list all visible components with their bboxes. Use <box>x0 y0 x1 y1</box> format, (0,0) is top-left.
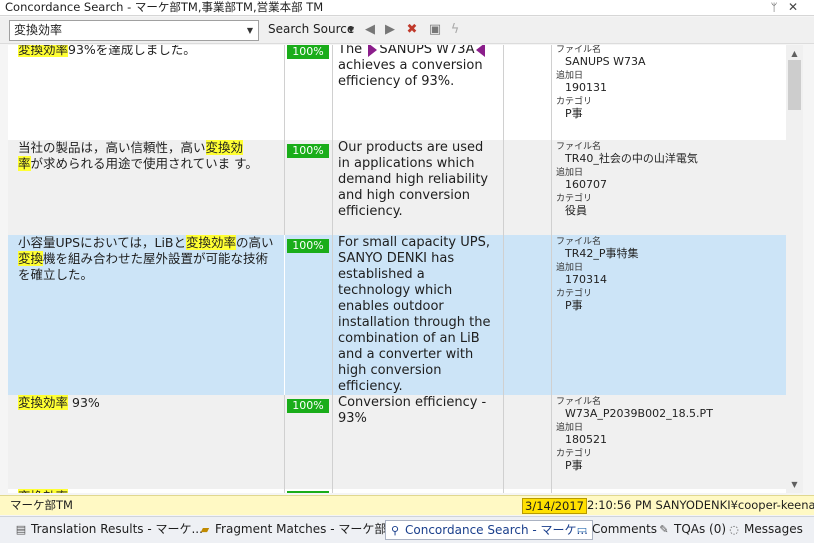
source-text: 変換効率93%を達成しました。 <box>8 45 280 140</box>
source-text: 小容量UPSにおいては，LiBと変換効率の高い変換機を組み合わせた屋外設置が可能… <box>8 235 280 395</box>
messages-icon: ◌ <box>729 523 739 536</box>
search-source-button[interactable]: Search Source <box>268 22 354 37</box>
target-text: Our products are used in applications wh… <box>338 140 489 219</box>
column-divider <box>551 395 552 489</box>
match-badge: 100% <box>287 239 329 253</box>
column-divider <box>551 140 552 235</box>
source-text: 当社の製品は，高い信頼性，高い変換効 率が求められる用途で使用されていま す。 <box>18 140 258 171</box>
metadata: ファイル名 W73A_P2039B002_18.5.PT 追加日 180521 … <box>556 397 713 472</box>
target-text: Conversion efficiency - 93% <box>338 395 487 426</box>
result-row-selected[interactable]: 小容量UPSにおいては，LiBと変換効率の高い変換機を組み合わせた屋外設置が可能… <box>8 235 786 395</box>
result-row[interactable]: 当社の製品は，高い信頼性，高い変換効 率が求められる用途で使用されていま す。 1… <box>8 140 786 235</box>
chevron-down-icon[interactable]: ▼ <box>242 21 258 40</box>
column-divider <box>284 140 285 235</box>
column-divider <box>503 140 504 235</box>
column-divider <box>551 235 552 395</box>
tab-comments[interactable]: ▭ Comments <box>575 520 657 540</box>
tag-close-icon <box>476 45 486 57</box>
close-icon[interactable]: ✕ <box>786 0 800 15</box>
comments-icon: ▭ <box>576 523 588 536</box>
search-source-dropdown-icon[interactable]: ▼ <box>348 22 354 37</box>
tqa-icon: ✎ <box>659 523 669 536</box>
tab-tqas[interactable]: ✎ TQAs (0) <box>657 520 726 540</box>
search-combobox[interactable]: 変換効率 ▼ <box>9 20 259 41</box>
concordance-window: Concordance Search - マーケ部TM,事業部TM,営業本部 T… <box>0 0 814 543</box>
lightning-icon[interactable]: ϟ <box>447 22 463 38</box>
match-badge: 100% <box>287 399 329 413</box>
target-text: The SANUPS W73A achieves a conversion ef… <box>338 45 498 90</box>
column-divider <box>503 395 504 489</box>
clear-icon[interactable]: ✖ <box>404 22 420 38</box>
save-icon[interactable]: ▣ <box>427 22 443 38</box>
target-text: For small capacity UPS, SANYO DENKI has … <box>338 235 491 394</box>
result-row[interactable]: 変換効率 <box>8 489 786 493</box>
vertical-scrollbar[interactable]: ▲ ▼ <box>786 45 803 493</box>
forward-arrow-icon[interactable]: ▶ <box>382 22 398 38</box>
column-divider <box>503 45 504 140</box>
column-divider <box>332 395 333 489</box>
pin-icon[interactable]: ᛘ <box>767 0 781 15</box>
search-input[interactable]: 変換効率 <box>14 23 62 38</box>
metadata: ファイル名 TR42_P事特集 追加日 170314 カテゴリ P事 <box>556 237 639 312</box>
status-bar: マーケ部TM 3/14/2017 2:10:56 PM SANYODENKI¥c… <box>0 495 814 515</box>
fragment-icon: ▰ <box>200 523 210 536</box>
tab-concordance-search[interactable]: ⚲ Concordance Search - マーケ... <box>385 520 593 540</box>
column-divider <box>551 45 552 140</box>
result-row[interactable]: 変換効率93%を達成しました。 100% The SANUPS W73A ach… <box>8 45 786 140</box>
scroll-down-icon[interactable]: ▼ <box>786 476 803 493</box>
source-text: 変換効率 93% <box>18 395 100 410</box>
tab-messages[interactable]: ◌ Messages <box>727 520 803 540</box>
match-badge: 100% <box>287 45 329 59</box>
window-title: Concordance Search - マーケ部TM,事業部TM,営業本部 T… <box>5 0 324 14</box>
results-list[interactable]: 変換効率93%を達成しました。 100% The SANUPS W73A ach… <box>8 45 786 493</box>
toolbar: 変換効率 ▼ Search Source ▼ ◀ ▶ ✖ ▣ ϟ <box>0 17 814 44</box>
tab-translation-results[interactable]: ▤ Translation Results - マーケ... <box>14 520 203 540</box>
concordance-icon: ⚲ <box>390 524 400 537</box>
match-badge <box>287 491 329 493</box>
status-tm-name: マーケ部TM <box>10 498 73 512</box>
metadata: ファイル名 SANUPS W73A 追加日 190131 カテゴリ P事 <box>556 45 646 120</box>
column-divider <box>332 489 333 493</box>
status-time-user: 2:10:56 PM SANYODENKI¥cooper-keenan <box>587 498 814 512</box>
scroll-thumb[interactable] <box>788 60 801 110</box>
column-divider <box>284 235 285 395</box>
column-divider <box>332 140 333 235</box>
column-divider <box>284 489 285 493</box>
title-bar: Concordance Search - マーケ部TM,事業部TM,営業本部 T… <box>0 0 814 16</box>
column-divider <box>551 489 552 493</box>
column-divider <box>503 235 504 395</box>
match-badge: 100% <box>287 144 329 158</box>
column-divider <box>332 45 333 140</box>
tab-fragment-matches[interactable]: ▰ Fragment Matches - マーケ部... <box>198 520 398 540</box>
metadata: ファイル名 TR40_社会の中の山洋電気 追加日 160707 カテゴリ 役員 <box>556 142 698 217</box>
result-row[interactable]: 変換効率 93% 100% Conversion efficiency - 93… <box>8 395 786 489</box>
status-date: 3/14/2017 <box>522 498 587 514</box>
tag-open-icon <box>368 45 378 57</box>
column-divider <box>503 489 504 493</box>
column-divider <box>332 235 333 395</box>
source-text: 変換効率 <box>8 489 280 493</box>
results-icon: ▤ <box>15 523 27 536</box>
bottom-tab-bar: ▤ Translation Results - マーケ... ▰ Fragment … <box>0 516 814 543</box>
column-divider <box>284 45 285 140</box>
column-divider <box>284 395 285 489</box>
back-arrow-icon[interactable]: ◀ <box>362 22 378 38</box>
